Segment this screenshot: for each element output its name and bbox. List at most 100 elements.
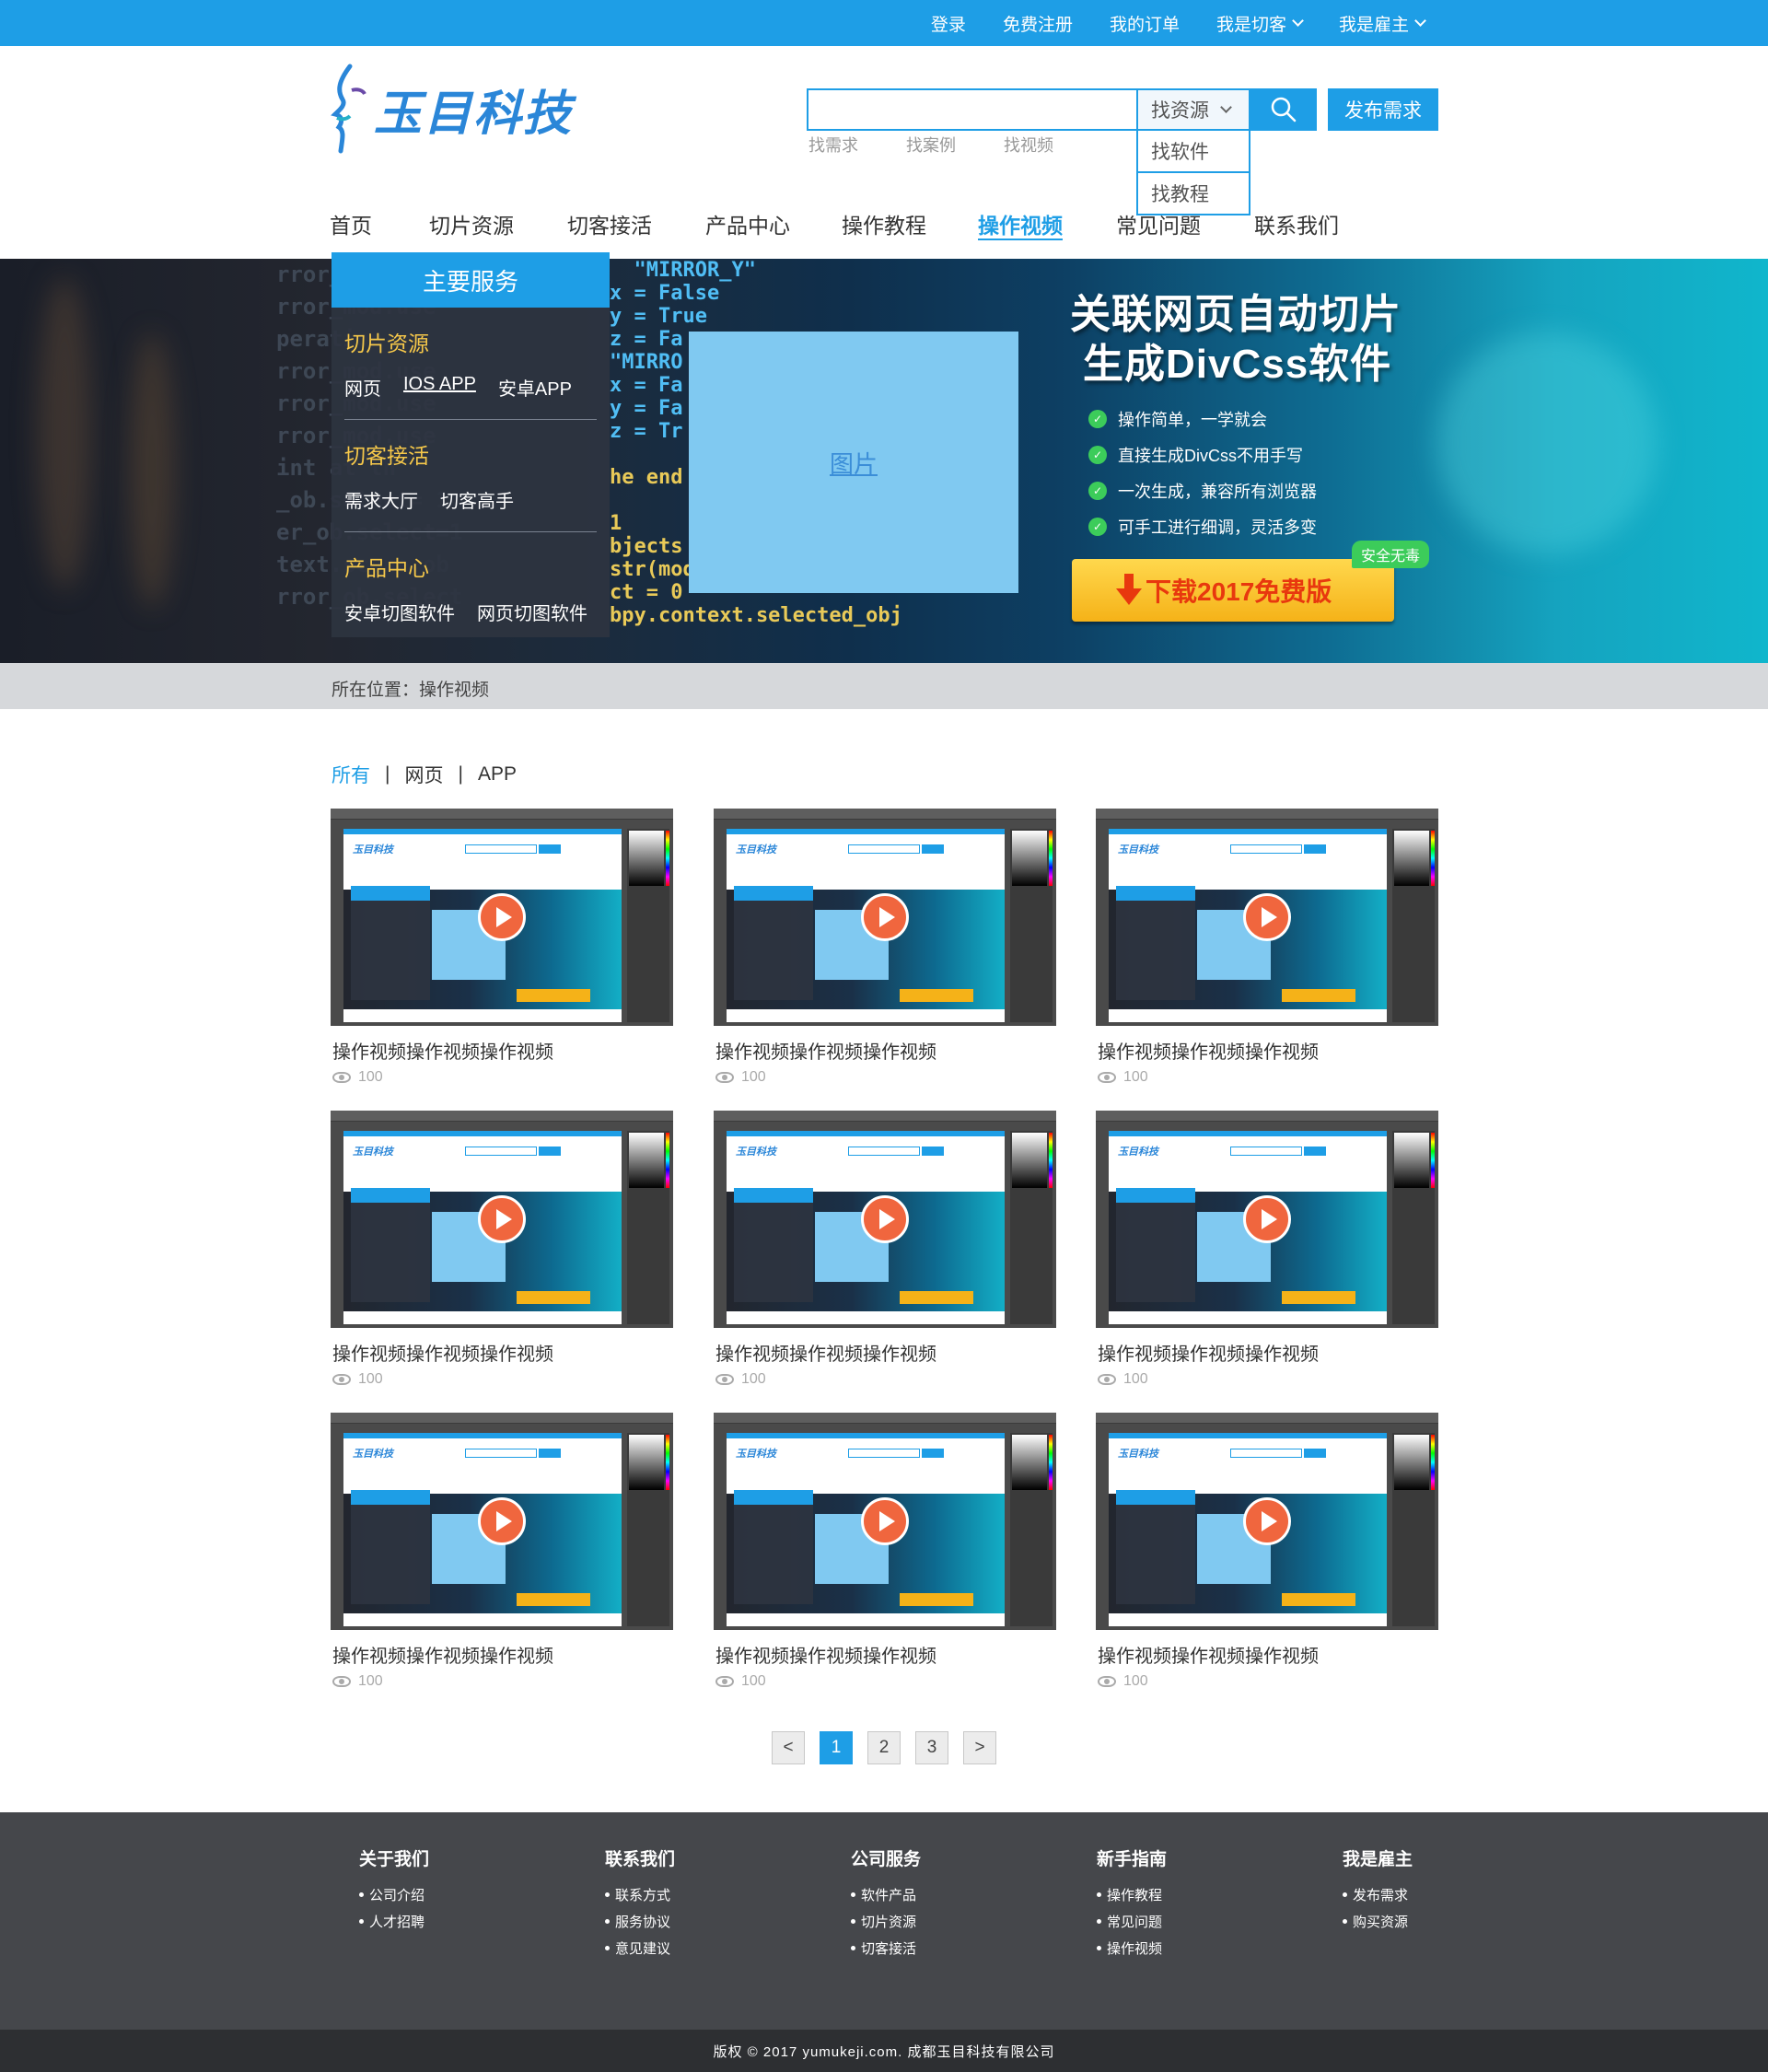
video-views: 100	[1096, 1371, 1438, 1388]
top-link[interactable]: 我是雇主	[1339, 11, 1426, 36]
video-title[interactable]: 操作视频操作视频操作视频	[1096, 1037, 1438, 1064]
thumbnail-download	[517, 989, 590, 1002]
thumbnail-side-panel	[1392, 1433, 1435, 1626]
filter-tab[interactable]: 网页	[404, 761, 443, 788]
nav-item[interactable]: 产品中心	[705, 208, 790, 239]
footer-link[interactable]: 切片资源	[851, 1908, 921, 1935]
next-page-button[interactable]: >	[963, 1731, 996, 1764]
menu-section-title[interactable]: 产品中心	[344, 551, 597, 582]
page-button[interactable]: 3	[915, 1731, 948, 1764]
video-thumbnail[interactable]: 玉目科技	[714, 1111, 1056, 1328]
video-title[interactable]: 操作视频操作视频操作视频	[331, 1641, 673, 1668]
prev-page-button[interactable]: <	[772, 1731, 805, 1764]
nav-item[interactable]: 首页	[330, 208, 372, 239]
search-input[interactable]	[808, 90, 1136, 129]
hot-keyword-link[interactable]: 找需求	[808, 133, 858, 157]
menu-item[interactable]: 安卓APP	[498, 374, 572, 401]
menu-item[interactable]: 网页	[344, 374, 381, 401]
footer-link[interactable]: 服务协议	[605, 1908, 675, 1935]
video-thumbnail[interactable]: 玉目科技	[714, 1413, 1056, 1630]
video-card[interactable]: 玉目科技 操作视频操作视频操作视频 100	[331, 1413, 673, 1690]
nav-item[interactable]: 操作教程	[842, 208, 926, 239]
video-thumbnail[interactable]: 玉目科技	[331, 809, 673, 1026]
menu-item[interactable]: 需求大厅	[344, 486, 418, 513]
image-placeholder[interactable]: 图片	[689, 332, 1018, 593]
thumbnail-toolbar	[1096, 1413, 1438, 1424]
menu-item[interactable]: 安卓切图软件	[344, 599, 455, 625]
video-card[interactable]: 玉目科技 操作视频操作视频操作视频 100	[714, 1413, 1056, 1690]
video-thumbnail[interactable]: 玉目科技	[331, 1111, 673, 1328]
video-title[interactable]: 操作视频操作视频操作视频	[1096, 1641, 1438, 1668]
footer-link[interactable]: 软件产品	[851, 1881, 921, 1908]
footer-link[interactable]: 购买资源	[1343, 1908, 1413, 1935]
play-icon[interactable]	[1243, 893, 1291, 941]
video-title[interactable]: 操作视频操作视频操作视频	[331, 1037, 673, 1064]
nav-item[interactable]: 切片资源	[429, 208, 514, 239]
video-title[interactable]: 操作视频操作视频操作视频	[714, 1339, 1056, 1366]
video-card[interactable]: 玉目科技 操作视频操作视频操作视频 100	[331, 1111, 673, 1388]
video-card[interactable]: 玉目科技操作视频操作视频操作视频 100	[1096, 1111, 1438, 1388]
footer-link[interactable]: 切客接活	[851, 1935, 921, 1961]
page-button[interactable]: 2	[867, 1731, 901, 1764]
play-icon[interactable]	[861, 1497, 909, 1545]
menu-item[interactable]: 网页切图软件	[477, 599, 587, 625]
nav-item[interactable]: 操作视频	[978, 208, 1063, 239]
hot-keyword-link[interactable]: 找视频	[1004, 133, 1053, 157]
video-thumbnail[interactable]: 玉目科技	[1096, 1413, 1438, 1630]
play-icon[interactable]	[478, 893, 526, 941]
video-thumbnail[interactable]: 玉目科技	[714, 809, 1056, 1026]
site-logo[interactable]: 玉目科技	[330, 61, 573, 157]
footer-link[interactable]: 常见问题	[1097, 1908, 1167, 1935]
download-button[interactable]: 下载2017免费版	[1072, 559, 1394, 622]
filter-tab[interactable]: APP	[478, 763, 517, 786]
footer-link[interactable]: 操作教程	[1097, 1881, 1167, 1908]
thumbnail-side-panel	[627, 1433, 669, 1626]
video-card[interactable]: 玉目科技 操作视频操作视频操作视频 100	[1096, 1413, 1438, 1690]
menu-section-title[interactable]: 切客接活	[344, 438, 597, 470]
play-icon[interactable]	[478, 1195, 526, 1243]
top-link-label: 我的订单	[1109, 15, 1180, 35]
footer-link[interactable]: 操作视频	[1097, 1935, 1167, 1961]
footer-link[interactable]: 公司介绍	[359, 1881, 429, 1908]
nav-item[interactable]: 常见问题	[1116, 208, 1201, 239]
video-thumbnail[interactable]: 玉目科技	[331, 1413, 673, 1630]
thumbnail-search	[1230, 844, 1302, 854]
search-type-option[interactable]: 找软件	[1136, 131, 1250, 173]
footer-link[interactable]: 人才招聘	[359, 1908, 429, 1935]
video-card[interactable]: 玉目科技 操作视频操作视频操作视频 100	[1096, 809, 1438, 1086]
top-link[interactable]: 登录	[931, 11, 966, 36]
publish-demand-button[interactable]: 发布需求	[1328, 88, 1438, 131]
video-card[interactable]: 玉目科技 操作视频操作视频操作视频 100	[714, 1111, 1056, 1388]
feature-label: 一次生成，兼容所有浏览器	[1118, 482, 1317, 501]
menu-section-title[interactable]: 切片资源	[344, 326, 597, 357]
play-icon[interactable]	[1243, 1195, 1291, 1243]
video-thumbnail[interactable]: 玉目科技	[1096, 1111, 1438, 1328]
page-button[interactable]: 1	[820, 1731, 853, 1764]
nav-item[interactable]: 切客接活	[567, 208, 652, 239]
video-title[interactable]: 操作视频操作视频操作视频	[331, 1339, 673, 1366]
menu-item[interactable]: 切客高手	[440, 486, 514, 513]
menu-item[interactable]: IOS APP	[403, 374, 476, 401]
search-type-select[interactable]: 找资源	[1136, 88, 1250, 131]
play-icon[interactable]	[861, 1195, 909, 1243]
play-icon[interactable]	[861, 893, 909, 941]
footer-link[interactable]: 发布需求	[1343, 1881, 1413, 1908]
top-link[interactable]: 免费注册	[1003, 11, 1073, 36]
eye-icon	[715, 1374, 734, 1385]
footer-link[interactable]: 联系方式	[605, 1881, 675, 1908]
video-title[interactable]: 操作视频操作视频操作视频	[714, 1037, 1056, 1064]
filter-tab[interactable]: 所有	[332, 761, 370, 788]
top-link[interactable]: 我的订单	[1110, 11, 1180, 36]
nav-item[interactable]: 联系我们	[1254, 208, 1339, 239]
search-button[interactable]	[1250, 88, 1317, 131]
video-title[interactable]: 操作视频操作视频操作视频	[714, 1641, 1056, 1668]
video-title[interactable]: 操作视频操作视频操作视频	[1096, 1339, 1438, 1366]
play-icon[interactable]	[1243, 1497, 1291, 1545]
video-card[interactable]: 玉目科技 操作视频操作视频操作视频 100	[714, 809, 1056, 1086]
hot-keyword-link[interactable]: 找案例	[906, 133, 956, 157]
video-card[interactable]: 玉目科技 操作视频操作视频操作视频 100	[331, 809, 673, 1086]
footer-link[interactable]: 意见建议	[605, 1935, 675, 1961]
top-link[interactable]: 我是切客	[1216, 11, 1304, 36]
video-thumbnail[interactable]: 玉目科技	[1096, 809, 1438, 1026]
play-icon[interactable]	[478, 1497, 526, 1545]
